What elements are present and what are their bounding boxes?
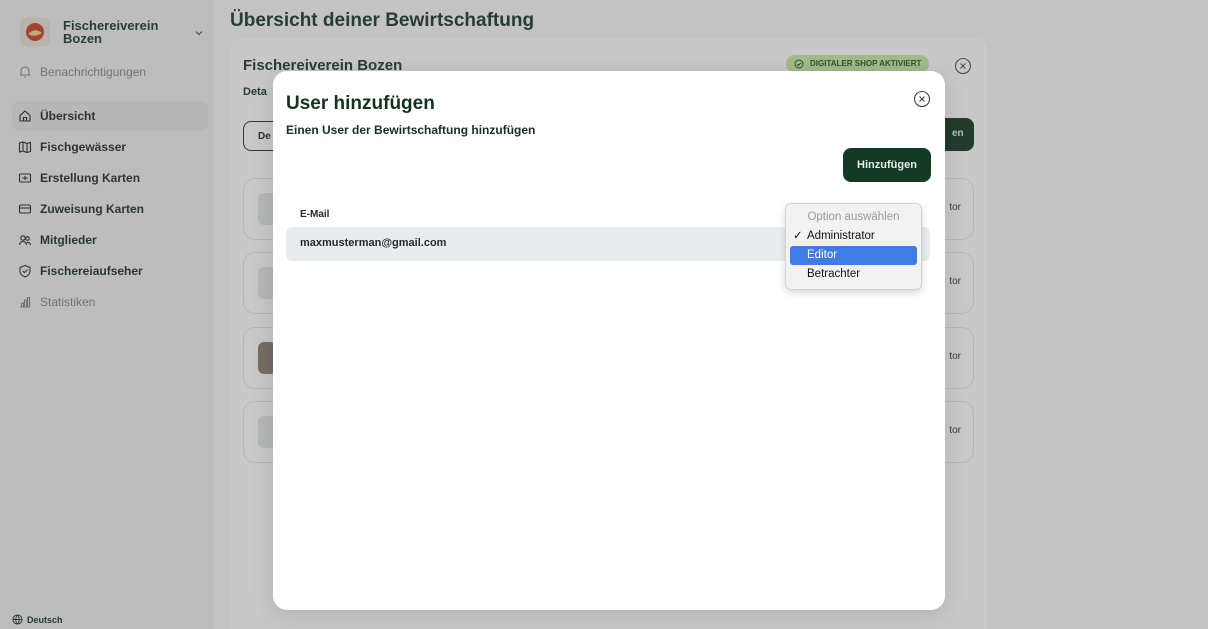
modal-title: User hinzufügen bbox=[286, 93, 435, 114]
checkmark-icon: ✓ bbox=[793, 230, 803, 242]
option-editor[interactable]: Editor bbox=[790, 246, 917, 265]
email-value: maxmusterman@gmail.com bbox=[300, 237, 447, 249]
option-betrachter[interactable]: Betrachter bbox=[790, 265, 917, 284]
close-icon[interactable] bbox=[913, 90, 931, 108]
dropdown-placeholder: Option auswählen bbox=[807, 211, 900, 223]
add-user-modal: User hinzufügen Einen User der Bewirtsch… bbox=[273, 71, 945, 610]
modal-subtitle: Einen User der Bewirtschaftung hinzufüge… bbox=[286, 123, 536, 137]
option-label: Editor bbox=[807, 249, 838, 261]
role-select-dropdown[interactable]: Option auswählen ✓ Administrator Editor … bbox=[785, 203, 922, 290]
email-column-header: E-Mail bbox=[300, 209, 330, 220]
option-label: Administrator bbox=[807, 230, 875, 242]
option-administrator[interactable]: ✓ Administrator bbox=[790, 227, 917, 246]
add-button[interactable]: Hinzufügen bbox=[843, 148, 931, 182]
option-label: Betrachter bbox=[807, 268, 861, 280]
